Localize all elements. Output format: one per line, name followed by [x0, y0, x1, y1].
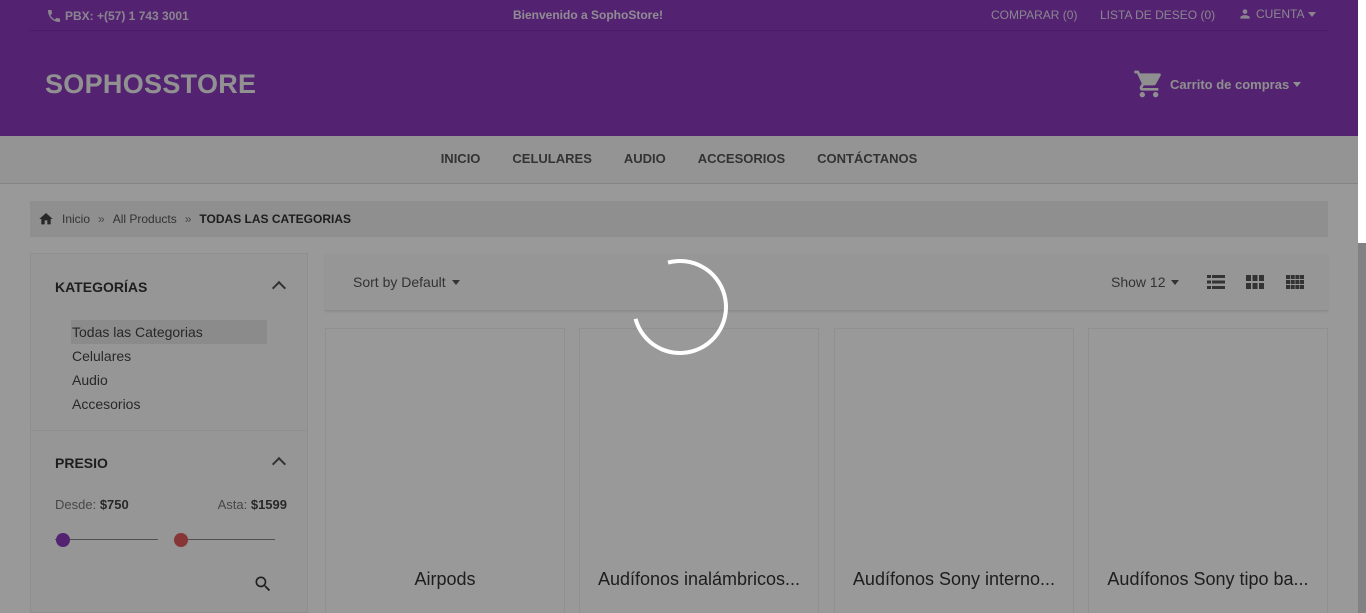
scrollbar-thumb[interactable] [1358, 0, 1366, 243]
